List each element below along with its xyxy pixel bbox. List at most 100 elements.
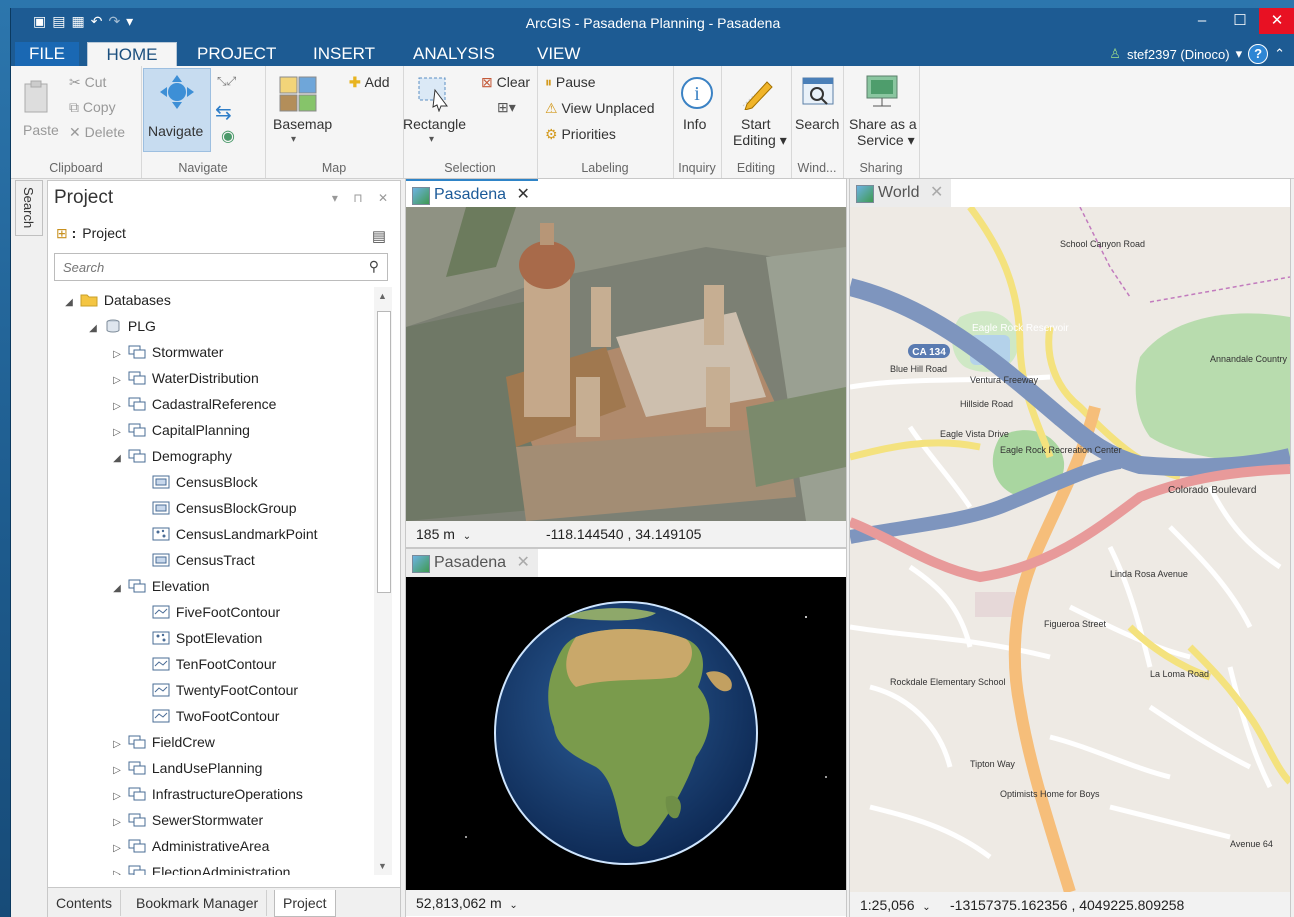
maximize-button[interactable]: ☐ xyxy=(1221,8,1259,34)
scrollbar-thumb[interactable] xyxy=(377,311,391,593)
rectangle-select-button[interactable]: Rectangle xyxy=(403,116,466,132)
tree-item[interactable]: SpotElevation xyxy=(48,625,262,651)
tree-item[interactable]: ▷ InfrastructureOperations xyxy=(48,781,303,807)
tab-project-panel[interactable]: Project xyxy=(274,890,336,917)
tree-item[interactable]: ▷ WaterDistribution xyxy=(48,365,259,391)
tree-item[interactable]: CensusBlock xyxy=(48,469,258,495)
world-tab-icon xyxy=(856,185,874,203)
user-dropdown-icon[interactable]: ▾ xyxy=(1236,46,1243,62)
select-by-attributes-icon[interactable]: ⊞▾ xyxy=(497,99,516,116)
share-as-label[interactable]: Share as a xyxy=(849,116,917,132)
scale-dropdown-icon[interactable]: ⌄ xyxy=(922,902,930,913)
tree-item[interactable]: ◢ Demography xyxy=(48,443,232,469)
tab-bookmark-manager[interactable]: Bookmark Manager xyxy=(128,890,268,916)
tab-world[interactable]: World ✕ xyxy=(850,179,952,207)
tree-item[interactable]: ▷ Stormwater xyxy=(48,339,223,365)
basemap-dropdown-icon[interactable]: ▾ xyxy=(291,134,296,145)
basemap-button[interactable]: Basemap xyxy=(273,116,332,132)
map-label-figueroa: Figueroa Street xyxy=(1044,619,1107,629)
info-button[interactable]: Info xyxy=(683,116,706,132)
scale-dropdown-icon[interactable]: ⌄ xyxy=(463,531,471,542)
tree-item[interactable]: CensusBlockGroup xyxy=(48,495,297,521)
tab-scene-pasadena[interactable]: Pasadena ✕ xyxy=(406,179,538,209)
tab-insert[interactable]: INSERT xyxy=(313,42,375,66)
globe-scale[interactable]: 52,813,062 m ⌄ xyxy=(416,890,518,917)
tree-item-label: PLG xyxy=(127,318,156,334)
close-button[interactable]: ✕ xyxy=(1259,8,1294,34)
tab-globe-pasadena[interactable]: Pasadena ✕ xyxy=(406,549,538,577)
tab-file[interactable]: FILE xyxy=(15,42,79,66)
tab-analysis[interactable]: ANALYSIS xyxy=(413,42,495,66)
tree-item[interactable]: TenFootContour xyxy=(48,651,276,677)
project-options-icon[interactable]: ▤ xyxy=(372,227,386,245)
tree-item[interactable]: FiveFootContour xyxy=(48,599,280,625)
tree-item-label: CadastralReference xyxy=(151,396,277,412)
scroll-down-icon[interactable]: ▼ xyxy=(378,861,387,871)
map-label-blue-hill: Blue Hill Road xyxy=(890,364,947,374)
delete-icon: ✕ xyxy=(69,124,85,140)
tab-view[interactable]: VIEW xyxy=(537,42,580,66)
scene-3d-rendering xyxy=(406,207,846,521)
map-label-school-canyon: School Canyon Road xyxy=(1060,239,1145,249)
tree-item[interactable]: ▷ FieldCrew xyxy=(48,729,215,755)
tab-project[interactable]: PROJECT xyxy=(197,42,276,66)
world-map-view[interactable]: CA 134 Eagle Rock Reservoir Eagle Rock R… xyxy=(850,207,1290,892)
world-scale[interactable]: 1:25,056 ⌄ xyxy=(860,892,931,917)
collapse-ribbon-icon[interactable]: ⌃ xyxy=(1274,46,1285,62)
share-service-dropdown[interactable]: Service ▾ xyxy=(857,132,915,149)
search-window-button[interactable]: Search xyxy=(795,116,839,132)
cut-button[interactable]: ✂ Cut xyxy=(69,74,106,91)
delete-button[interactable]: ✕ Delete xyxy=(69,124,125,141)
tree-item[interactable]: TwoFootContour xyxy=(48,703,279,729)
scene-scale[interactable]: 185 m ⌄ xyxy=(416,521,471,550)
scroll-up-icon[interactable]: ▲ xyxy=(378,291,387,301)
search-icon[interactable]: ⚲ xyxy=(369,258,379,275)
full-extent-icon[interactable]: ⤡⤢ xyxy=(217,74,236,89)
tree-item[interactable]: ▷ SewerStormwater xyxy=(48,807,263,833)
close-tab-icon[interactable]: ✕ xyxy=(930,184,943,201)
tree-item[interactable]: ▷ CadastralReference xyxy=(48,391,276,417)
globe-map-view[interactable] xyxy=(406,577,846,890)
add-data-button[interactable]: ✚ Add xyxy=(349,74,390,91)
close-tab-icon[interactable]: ✕ xyxy=(517,554,530,571)
navigate-button[interactable]: Navigate xyxy=(143,68,211,152)
tree-item[interactable]: ▷ ElectionAdministration xyxy=(48,859,290,875)
minimize-button[interactable]: – xyxy=(1183,8,1221,34)
project-root[interactable]: ⊞ : Project xyxy=(56,225,126,242)
service-label: Service xyxy=(857,132,904,148)
view-unplaced-button[interactable]: ⚠ View Unplaced xyxy=(545,100,655,117)
panel-controls[interactable]: ▾ ⊓ ✕ xyxy=(332,191,394,205)
globe-small-icon[interactable]: ◉ xyxy=(221,126,235,146)
editing-dropdown-button[interactable]: Editing ▾ xyxy=(733,132,787,149)
copy-button[interactable]: ⧉ Copy xyxy=(69,99,116,116)
group-windows: Search Wind... xyxy=(791,66,844,178)
search-side-tab[interactable]: Search xyxy=(15,180,43,236)
tree-item[interactable]: ▷ CapitalPlanning xyxy=(48,417,250,443)
close-tab-icon[interactable]: ✕ xyxy=(517,186,530,203)
tree-item[interactable]: TwentyFootContour xyxy=(48,677,298,703)
rectangle-dropdown-icon[interactable]: ▾ xyxy=(429,134,434,145)
priorities-button[interactable]: ⚙ Priorities xyxy=(545,126,616,143)
tree-item[interactable]: ▷ AdministrativeArea xyxy=(48,833,269,859)
tab-home[interactable]: HOME xyxy=(87,42,177,67)
tree-item[interactable]: ◢ Databases xyxy=(48,287,171,313)
paste-button[interactable]: Paste xyxy=(23,122,59,138)
tab-contents[interactable]: Contents xyxy=(48,890,122,916)
tree-item[interactable]: CensusLandmarkPoint xyxy=(48,521,318,547)
start-editing-label[interactable]: Start xyxy=(741,116,771,132)
pause-labeling-button[interactable]: ⏸ Pause xyxy=(545,74,596,91)
scale-dropdown-icon[interactable]: ⌄ xyxy=(509,900,517,911)
scene-map-view[interactable] xyxy=(406,207,846,521)
user-name[interactable]: stef2397 (Dinoco) xyxy=(1127,47,1230,62)
collapsed-arrow-icon[interactable]: ▷ xyxy=(110,862,124,875)
tree-item[interactable]: ◢ Elevation xyxy=(48,573,209,599)
help-icon[interactable]: ? xyxy=(1248,44,1269,64)
catalog-search-input[interactable] xyxy=(61,259,355,276)
clear-selection-button[interactable]: ⊠ Clear xyxy=(481,74,530,91)
previous-next-extent-icon[interactable]: ⇆ xyxy=(215,100,232,125)
tree-item[interactable]: CensusTract xyxy=(48,547,255,573)
tree-scrollbar[interactable]: ▲ ▼ xyxy=(374,287,392,875)
tree-item[interactable]: ◢ PLG xyxy=(48,313,156,339)
tree-item[interactable]: ▷ LandUsePlanning xyxy=(48,755,262,781)
tree-item-label: Stormwater xyxy=(151,344,224,360)
